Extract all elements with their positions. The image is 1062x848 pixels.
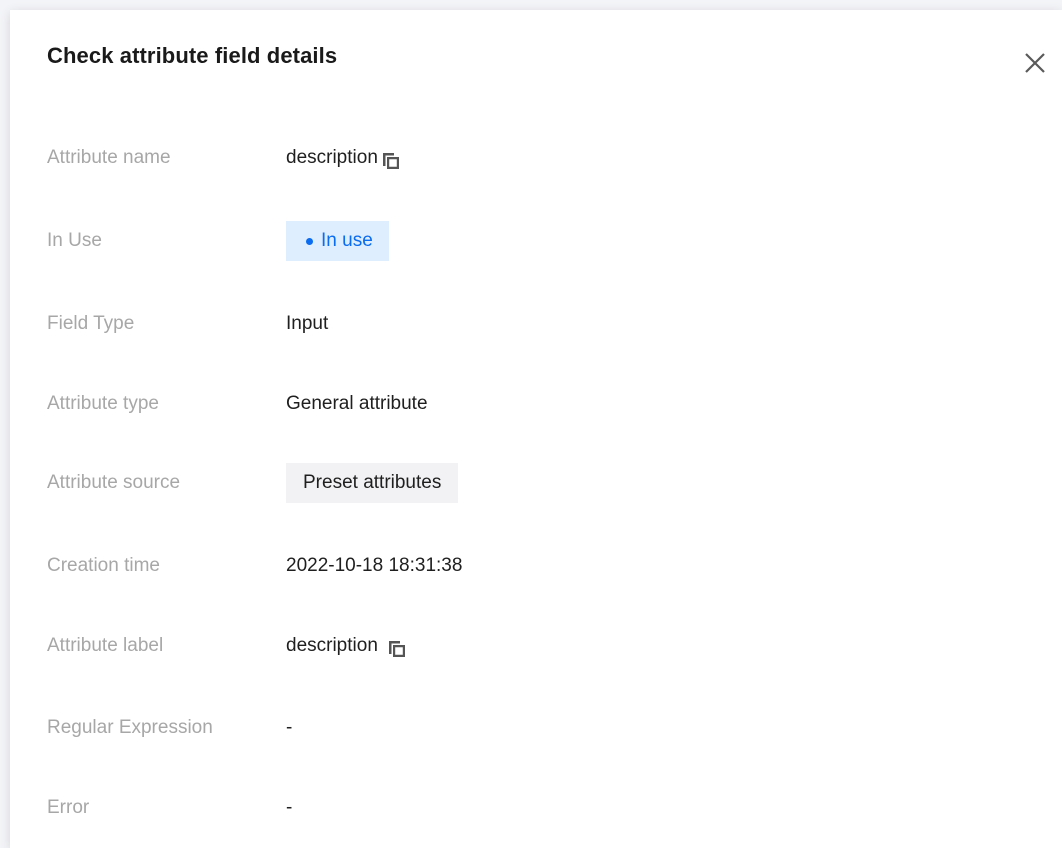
status-badge: In use (286, 221, 389, 261)
status-badge-text: In use (321, 230, 373, 251)
attribute-name-value: description (286, 147, 378, 168)
attribute-name-label: Attribute name (47, 147, 171, 168)
error-value: - (286, 797, 293, 818)
copy-icon[interactable] (380, 147, 402, 169)
field-row-attribute-label: Attribute label description (47, 626, 1047, 666)
field-row-field-type: Field Type Input (47, 304, 1047, 344)
field-row-attribute-type: Attribute type General attribute (47, 384, 1047, 424)
field-row-regular-expression: Regular Expression - (47, 708, 1047, 748)
attribute-source-value-container: Preset attributes (286, 463, 459, 503)
status-dot-icon (306, 237, 313, 245)
attribute-name-value-container: description (286, 138, 402, 178)
attribute-label-label: Attribute label (47, 635, 164, 656)
field-type-value: Input (286, 313, 329, 334)
field-type-label: Field Type (47, 313, 135, 334)
in-use-label: In Use (47, 230, 102, 251)
attribute-label-value-container: description (286, 626, 408, 666)
creation-time-value: 2022-10-18 18:31:38 (286, 555, 463, 576)
dialog-title: Check attribute field details (47, 43, 338, 68)
field-row-error: Error - (47, 788, 1047, 828)
field-row-attribute-name: Attribute name description (47, 138, 1047, 178)
attribute-label-value: description (286, 635, 378, 656)
regular-expression-value: - (286, 717, 293, 738)
in-use-value-container: In use (286, 221, 389, 261)
creation-time-label: Creation time (47, 555, 160, 576)
field-row-creation-time: Creation time 2022-10-18 18:31:38 (47, 546, 1047, 586)
attribute-type-label: Attribute type (47, 393, 159, 414)
field-row-attribute-source: Attribute source Preset attributes (47, 463, 1047, 503)
copy-icon[interactable] (386, 635, 408, 657)
attribute-details-dialog: Check attribute field details Attribute … (10, 10, 1062, 848)
attribute-source-label: Attribute source (47, 472, 181, 493)
close-icon[interactable] (1022, 50, 1048, 76)
attribute-source-tag: Preset attributes (286, 463, 459, 503)
error-label: Error (47, 797, 90, 818)
attribute-type-value: General attribute (286, 393, 428, 414)
regular-expression-label: Regular Expression (47, 717, 213, 738)
field-row-in-use: In Use In use (47, 221, 1047, 261)
